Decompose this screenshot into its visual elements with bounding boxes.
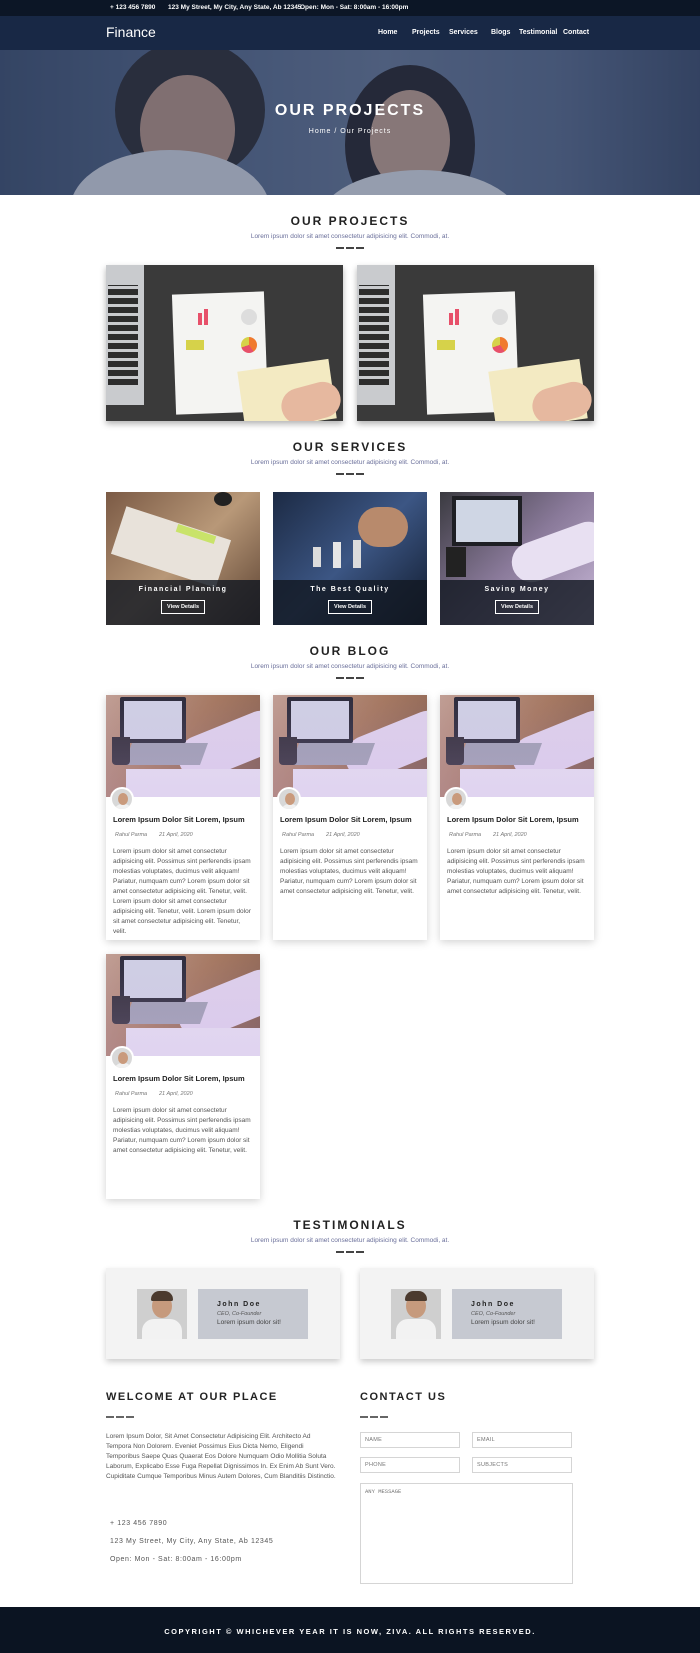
service-caption: The Best Quality View Details xyxy=(273,580,427,625)
service-title: The Best Quality xyxy=(310,586,390,593)
testimonial-quote: Lorem ipsum dolor sit! xyxy=(217,1319,281,1326)
service-card-saving-money[interactable]: Saving Money View Details xyxy=(440,492,594,625)
blog-author: Rahul Parma xyxy=(282,832,315,838)
blog-excerpt: Lorem ipsum dolor sit amet consectetur a… xyxy=(113,1107,251,1154)
service-card-best-quality[interactable]: The Best Quality View Details xyxy=(273,492,427,625)
nav-blogs[interactable]: Blogs xyxy=(491,29,510,36)
author-avatar xyxy=(444,787,468,811)
testimonial-quote: Lorem ipsum dolor sit! xyxy=(471,1319,535,1326)
blog-post-title[interactable]: Lorem Ipsum Dolor Sit Lorem, Ipsum xyxy=(280,815,424,824)
blog-card[interactable]: Lorem Ipsum Dolor Sit Lorem, Ipsum Rahul… xyxy=(106,695,260,940)
breadcrumb: Home / Our Projects xyxy=(308,128,392,135)
view-details-button[interactable]: View Details xyxy=(161,600,205,614)
blog-date: 21 April, 2020 xyxy=(326,832,360,838)
blog-date: 21 April, 2020 xyxy=(159,832,193,838)
author-avatar xyxy=(277,787,301,811)
welcome-address: 123 My Street, My City, Any State, Ab 12… xyxy=(110,1538,274,1545)
blog-card[interactable]: Lorem Ipsum Dolor Sit Lorem, Ipsum Rahul… xyxy=(106,954,260,1199)
service-title: Financial Planning xyxy=(138,586,228,593)
blog-author: Rahul Parma xyxy=(115,832,148,838)
welcome-hours: Open: Mon - Sat: 8:00am - 16:00pm xyxy=(110,1556,242,1563)
blog-image xyxy=(273,695,427,797)
blog-card[interactable]: Lorem Ipsum Dolor Sit Lorem, Ipsum Rahul… xyxy=(440,695,594,940)
copyright-text: COPYRIGHT © WHICHEVER YEAR IT IS NOW, ZI… xyxy=(164,1627,536,1636)
blog-card[interactable]: Lorem Ipsum Dolor Sit Lorem, Ipsum Rahul… xyxy=(273,695,427,940)
blog-title: OUR BLOG xyxy=(309,644,391,658)
welcome-phone: + 123 456 7890 xyxy=(110,1520,168,1527)
topbar-hours: Open: Mon - Sat: 8:00am - 16:00pm xyxy=(300,4,409,11)
projects-subtitle: Lorem ipsum dolor sit amet consectetur a… xyxy=(250,233,450,240)
blog-excerpt: Lorem ipsum dolor sit amet consectetur a… xyxy=(113,848,251,935)
testimonials-divider xyxy=(336,1251,364,1253)
view-details-button[interactable]: View Details xyxy=(328,600,372,614)
nav-services[interactable]: Services xyxy=(449,29,478,36)
service-caption: Financial Planning View Details xyxy=(106,580,260,625)
project-image-1[interactable] xyxy=(106,265,343,421)
testimonial-card: John Doe CEO, Co-Founder Lorem ipsum dol… xyxy=(106,1268,340,1359)
footer: COPYRIGHT © WHICHEVER YEAR IT IS NOW, ZI… xyxy=(0,1607,700,1653)
service-card-financial-planning[interactable]: Financial Planning View Details xyxy=(106,492,260,625)
nav-testimonial[interactable]: Testimonial xyxy=(519,29,557,36)
brand-logo[interactable]: Finance xyxy=(106,24,156,40)
blog-excerpt: Lorem ipsum dolor sit amet consectetur a… xyxy=(447,848,585,895)
blog-author: Rahul Parma xyxy=(449,832,482,838)
hero-banner: OUR PROJECTS Home / Our Projects xyxy=(0,50,700,195)
testimonials-subtitle: Lorem ipsum dolor sit amet consectetur a… xyxy=(250,1237,450,1244)
testimonial-photo xyxy=(137,1289,187,1339)
blog-image xyxy=(106,954,260,1056)
name-field[interactable] xyxy=(360,1432,460,1448)
testimonial-role: CEO, Co-Founder xyxy=(471,1311,516,1317)
blog-post-title[interactable]: Lorem Ipsum Dolor Sit Lorem, Ipsum xyxy=(447,815,591,824)
blog-divider xyxy=(336,677,364,679)
author-avatar xyxy=(110,1046,134,1070)
testimonial-photo xyxy=(391,1289,441,1339)
view-details-button[interactable]: View Details xyxy=(495,600,539,614)
contact-title: CONTACT US xyxy=(360,1391,447,1403)
blog-excerpt: Lorem ipsum dolor sit amet consectetur a… xyxy=(280,848,418,895)
testimonial-box: John Doe CEO, Co-Founder Lorem ipsum dol… xyxy=(452,1289,562,1339)
blog-image xyxy=(440,695,594,797)
author-avatar xyxy=(110,787,134,811)
welcome-divider xyxy=(106,1416,134,1418)
hero-title: OUR PROJECTS xyxy=(274,102,426,119)
services-title: OUR SERVICES xyxy=(292,440,408,454)
projects-divider xyxy=(336,247,364,249)
nav-projects[interactable]: Projects xyxy=(412,29,440,36)
welcome-text: Lorem Ipsum Dolor, Sit Amet Consectetur … xyxy=(106,1433,336,1480)
contact-divider xyxy=(360,1416,388,1418)
blog-date: 21 April, 2020 xyxy=(493,832,527,838)
message-field[interactable] xyxy=(360,1483,573,1584)
blog-image xyxy=(106,695,260,797)
topbar-address: 123 My Street, My City, Any State, Ab 12… xyxy=(168,4,302,11)
projects-title: OUR PROJECTS xyxy=(290,214,410,228)
blog-author: Rahul Parma xyxy=(115,1091,148,1097)
testimonial-name: John Doe xyxy=(217,1301,261,1308)
service-caption: Saving Money View Details xyxy=(440,580,594,625)
project-image-2[interactable] xyxy=(357,265,594,421)
blog-date: 21 April, 2020 xyxy=(159,1091,193,1097)
navbar: Finance Home Projects Services Blogs Tes… xyxy=(0,16,700,50)
email-field[interactable] xyxy=(472,1432,572,1448)
blog-post-title[interactable]: Lorem Ipsum Dolor Sit Lorem, Ipsum xyxy=(113,815,257,824)
nav-contact[interactable]: Contact xyxy=(563,29,589,36)
services-divider xyxy=(336,473,364,475)
blog-subtitle: Lorem ipsum dolor sit amet consectetur a… xyxy=(250,663,450,670)
testimonials-title: TESTIMONIALS xyxy=(293,1218,407,1232)
nav-home[interactable]: Home xyxy=(378,29,397,36)
blog-post-title[interactable]: Lorem Ipsum Dolor Sit Lorem, Ipsum xyxy=(113,1074,257,1083)
testimonial-card: John Doe CEO, Co-Founder Lorem ipsum dol… xyxy=(360,1268,594,1359)
testimonial-role: CEO, Co-Founder xyxy=(217,1311,262,1317)
testimonial-name: John Doe xyxy=(471,1301,515,1308)
phone-field[interactable] xyxy=(360,1457,460,1473)
hero-overlay xyxy=(0,50,700,195)
testimonial-box: John Doe CEO, Co-Founder Lorem ipsum dol… xyxy=(198,1289,308,1339)
services-subtitle: Lorem ipsum dolor sit amet consectetur a… xyxy=(250,459,450,466)
topbar-phone: + 123 456 7890 xyxy=(110,4,156,11)
top-info-bar: + 123 456 7890 123 My Street, My City, A… xyxy=(0,0,700,16)
welcome-title: WELCOME AT OUR PLACE xyxy=(106,1391,278,1403)
subjects-field[interactable] xyxy=(472,1457,572,1473)
service-title: Saving Money xyxy=(484,586,550,593)
